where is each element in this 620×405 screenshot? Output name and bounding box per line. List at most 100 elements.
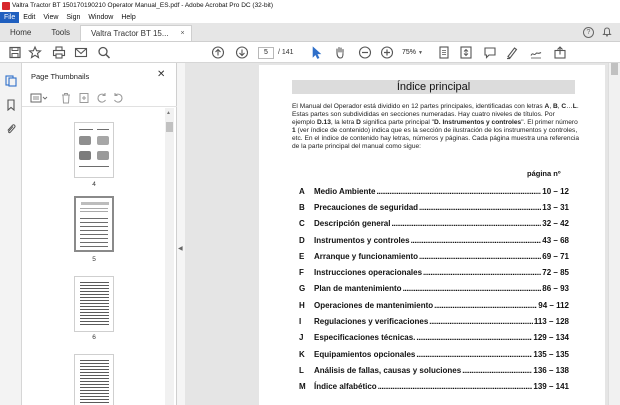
dot-leader: ........................................… — [429, 317, 533, 327]
chevron-down-icon: ▼ — [418, 50, 423, 56]
tab-document-label: Valtra Tractor BT 15... — [91, 29, 169, 38]
thumbnail-toolbar — [22, 89, 177, 107]
zoom-in-icon[interactable] — [380, 45, 394, 60]
toc-row[interactable]: B Precauciones de seguridad..............… — [299, 199, 569, 215]
zoom-value: 75% — [402, 49, 417, 56]
rotate-left-icon[interactable] — [96, 92, 108, 104]
toc-row[interactable]: L Análisis de fallas, causas y soluciones… — [299, 362, 569, 378]
toc-row[interactable]: A Medio Ambiente.........................… — [299, 183, 569, 199]
tab-home[interactable]: Home — [0, 23, 41, 41]
thumbnail-page-4[interactable] — [74, 122, 114, 178]
next-page-icon[interactable] — [235, 45, 249, 60]
intro-paragraph: El Manual del Operador está dividido en … — [292, 103, 580, 151]
zoom-select[interactable]: 75% ▼ — [402, 47, 428, 59]
thumbnail-page-7[interactable] — [74, 354, 114, 405]
menu-sign[interactable]: Sign — [62, 12, 84, 23]
menu-window[interactable]: Window — [84, 12, 117, 23]
thumbnail-label: 5 — [92, 256, 96, 263]
share-icon[interactable] — [553, 45, 567, 60]
toc-row[interactable]: H Operaciones de mantenimiento...........… — [299, 297, 569, 313]
page-thumbnails-icon[interactable] — [5, 75, 17, 87]
help-icon[interactable]: ? — [583, 26, 594, 38]
bookmark-star-icon[interactable] — [28, 45, 42, 60]
scroll-mode-icon[interactable] — [459, 45, 473, 60]
menu-file[interactable]: File — [0, 11, 20, 23]
panel-title: Page Thumbnails — [31, 72, 90, 81]
page-number-input[interactable]: 5 — [258, 47, 274, 59]
tab-document[interactable]: Valtra Tractor BT 15... × — [80, 25, 192, 41]
toc-row[interactable]: K Equipamientos opcionales...............… — [299, 346, 569, 362]
toc-row[interactable]: I Regulaciones y verificaciones..........… — [299, 313, 569, 329]
toc-row[interactable]: G Plan de mantenimiento..................… — [299, 281, 569, 297]
toc-row[interactable]: F Instrucciones operacionales............… — [299, 264, 569, 280]
menu-help[interactable]: Help — [117, 12, 139, 23]
dot-leader: ........................................… — [410, 235, 542, 245]
attachments-icon[interactable] — [5, 123, 17, 135]
rotate-right-icon[interactable] — [112, 92, 124, 104]
toolbar: 5 / 141 75% ▼ — [0, 42, 620, 63]
thumbnail-scrollbar[interactable]: ▲ — [165, 108, 174, 405]
toc-row[interactable]: M Índice alfabético......................… — [299, 379, 569, 395]
comment-icon[interactable] — [483, 45, 497, 60]
dot-leader: ........................................… — [434, 300, 537, 310]
dot-leader: ........................................… — [376, 186, 542, 196]
page-thumbnails-panel: Page Thumbnails ✕ 4 5 6 ▲ — [22, 63, 177, 405]
thumbnail-label: 6 — [92, 334, 96, 341]
fit-page-icon[interactable] — [437, 45, 451, 60]
tab-bar: Home Tools Valtra Tractor BT 15... × ? — [0, 23, 620, 42]
menu-view[interactable]: View — [39, 12, 62, 23]
dot-leader: ........................................… — [419, 202, 542, 212]
dot-leader: ........................................… — [416, 349, 532, 359]
tab-close-icon[interactable]: × — [181, 30, 185, 37]
sign-icon[interactable] — [529, 45, 543, 60]
title-bar: Valtra Tractor BT 150170190210 Operator … — [0, 0, 620, 11]
dot-leader: ........................................… — [419, 251, 542, 261]
select-cursor-icon[interactable] — [310, 45, 322, 60]
toc-row[interactable]: E Arranque y funcionamiento..............… — [299, 248, 569, 264]
thumbnail-label: 4 — [92, 181, 96, 188]
dot-leader: ........................................… — [402, 284, 542, 294]
menu-bar: File Edit View Sign Window Help — [0, 11, 620, 23]
document-scroll-thumb[interactable] — [611, 63, 618, 75]
toc-row[interactable]: D Instrumentos y controles...............… — [299, 232, 569, 248]
highlight-icon[interactable] — [505, 45, 519, 60]
thumbnail-scroll-thumb[interactable] — [166, 122, 173, 132]
notification-bell-icon[interactable] — [602, 27, 612, 37]
pdf-page: Índice principal El Manual del Operador … — [259, 65, 605, 405]
thumbnail-page-5[interactable] — [74, 196, 114, 252]
thumbnail-options-icon[interactable] — [30, 92, 48, 104]
bookmarks-icon[interactable] — [5, 99, 17, 111]
close-icon[interactable]: ✕ — [157, 69, 165, 80]
dot-leader: ........................................… — [416, 333, 532, 343]
dot-leader: ........................................… — [377, 382, 533, 392]
tab-tools[interactable]: Tools — [41, 23, 80, 41]
search-icon[interactable] — [97, 45, 111, 60]
toc-row[interactable]: C Descripción general....................… — [299, 216, 569, 232]
chevron-left-icon[interactable]: ◀ — [178, 245, 183, 252]
toc-row[interactable]: J Especificaciones técnicas..............… — [299, 330, 569, 346]
column-header-page-number: página nº — [527, 169, 561, 178]
thumbnail-list: 4 5 6 7 — [22, 108, 165, 405]
left-nav-strip — [0, 63, 22, 405]
scroll-up-icon[interactable]: ▲ — [166, 110, 171, 116]
zoom-out-icon[interactable] — [358, 45, 372, 60]
print-icon[interactable] — [52, 45, 66, 60]
delete-page-icon[interactable] — [60, 92, 72, 104]
hand-tool-icon[interactable] — [334, 45, 346, 60]
window-title: Valtra Tractor BT 150170190210 Operator … — [12, 2, 273, 9]
page-count: / 141 — [278, 49, 294, 56]
thumbnail-page-6[interactable] — [74, 276, 114, 332]
table-of-contents: A Medio Ambiente.........................… — [299, 183, 569, 395]
dot-leader: ........................................… — [423, 268, 542, 278]
acrobat-app-icon — [2, 1, 10, 10]
email-icon[interactable] — [74, 45, 88, 60]
insert-page-icon[interactable] — [78, 92, 90, 104]
save-icon[interactable] — [8, 45, 22, 60]
document-scrollbar[interactable] — [608, 63, 620, 405]
previous-page-icon[interactable] — [211, 45, 225, 60]
dot-leader: ........................................… — [391, 219, 541, 229]
page-heading: Índice principal — [292, 80, 575, 94]
panel-collapse-handle[interactable]: ◀ — [177, 63, 185, 405]
dot-leader: ........................................… — [462, 365, 532, 375]
menu-edit[interactable]: Edit — [19, 12, 39, 23]
